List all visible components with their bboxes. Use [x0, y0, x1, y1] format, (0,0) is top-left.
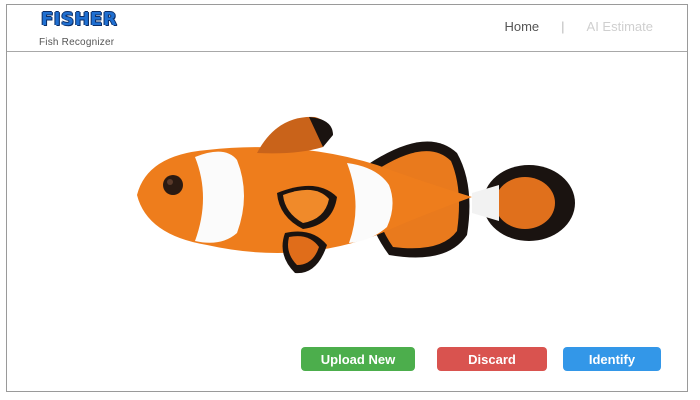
discard-button[interactable]: Discard	[437, 347, 547, 371]
nav-home-link[interactable]: Home	[504, 19, 539, 34]
identify-button[interactable]: Identify	[563, 347, 661, 371]
app-window: FISHER Fish Recognizer Home | AI Estimat…	[6, 4, 688, 392]
tail-fin	[472, 165, 575, 241]
header-bar: FISHER Fish Recognizer Home | AI Estimat…	[7, 5, 687, 52]
fish-image	[137, 116, 575, 274]
app-logo[interactable]: FISHER	[41, 9, 117, 31]
upload-new-button[interactable]: Upload New	[301, 347, 415, 371]
top-nav: Home | AI Estimate	[504, 19, 653, 34]
app-tagline: Fish Recognizer	[39, 37, 115, 48]
nav-separator: |	[561, 19, 565, 34]
nav-ai-estimate-link[interactable]: AI Estimate	[587, 19, 653, 34]
